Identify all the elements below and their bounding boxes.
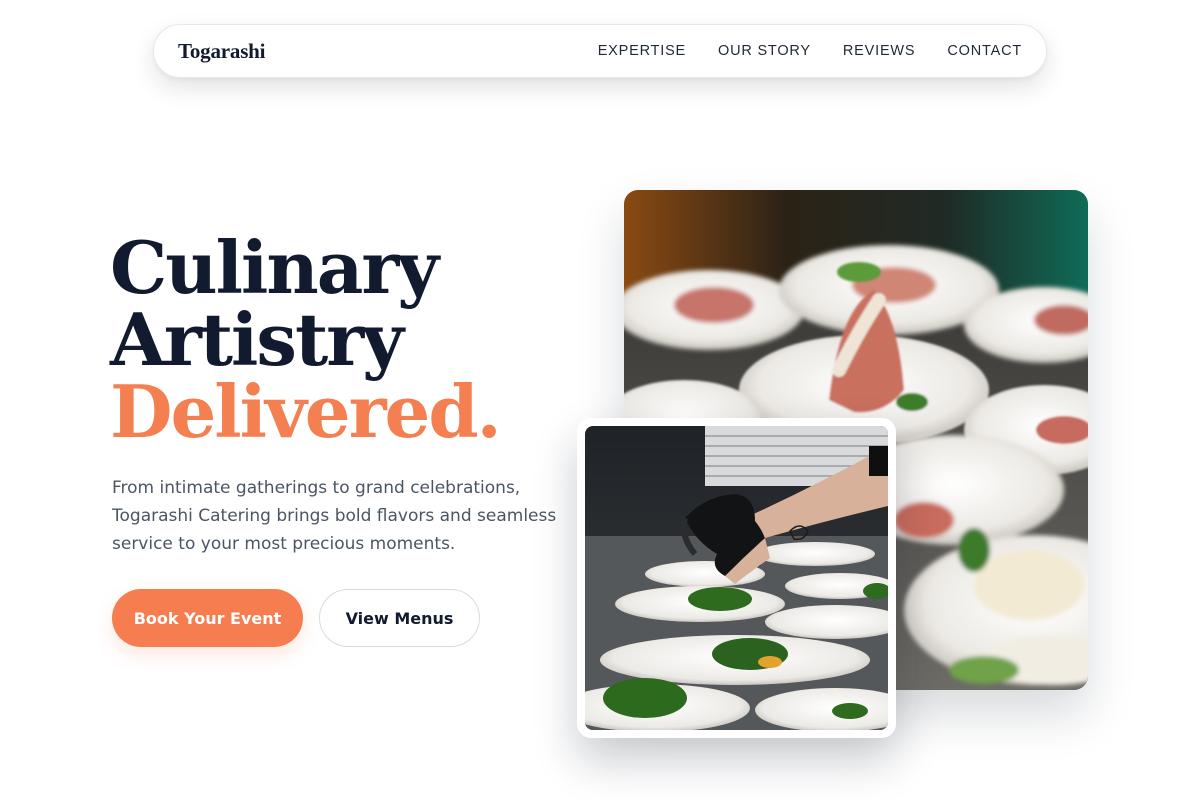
view-menus-button[interactable]: View Menus — [319, 589, 480, 647]
nav-link-expertise[interactable]: EXPERTISE — [598, 43, 686, 59]
headline-line-2: Artistry — [110, 297, 404, 382]
chef-plating-frame — [577, 418, 896, 738]
chef-plating-illustration — [585, 426, 888, 730]
hero-subtitle: From intimate gatherings to grand celebr… — [112, 478, 557, 554]
brand-logo[interactable]: Togarashi — [178, 39, 265, 64]
nav-link-our-story[interactable]: OUR STORY — [718, 43, 811, 59]
headline-line-1: Culinary — [110, 225, 439, 310]
nav-link-reviews[interactable]: REVIEWS — [843, 43, 915, 59]
nav-links: EXPERTISE OUR STORY REVIEWS CONTACT — [598, 43, 1022, 59]
headline-accent: Delivered. — [110, 369, 502, 454]
top-nav: Togarashi EXPERTISE OUR STORY REVIEWS CO… — [153, 24, 1047, 78]
hero-headline: Culinary Artistry Delivered. — [110, 232, 580, 448]
nav-link-contact[interactable]: CONTACT — [947, 43, 1022, 59]
book-event-button[interactable]: Book Your Event — [112, 589, 303, 647]
chef-plating-image — [585, 426, 888, 730]
